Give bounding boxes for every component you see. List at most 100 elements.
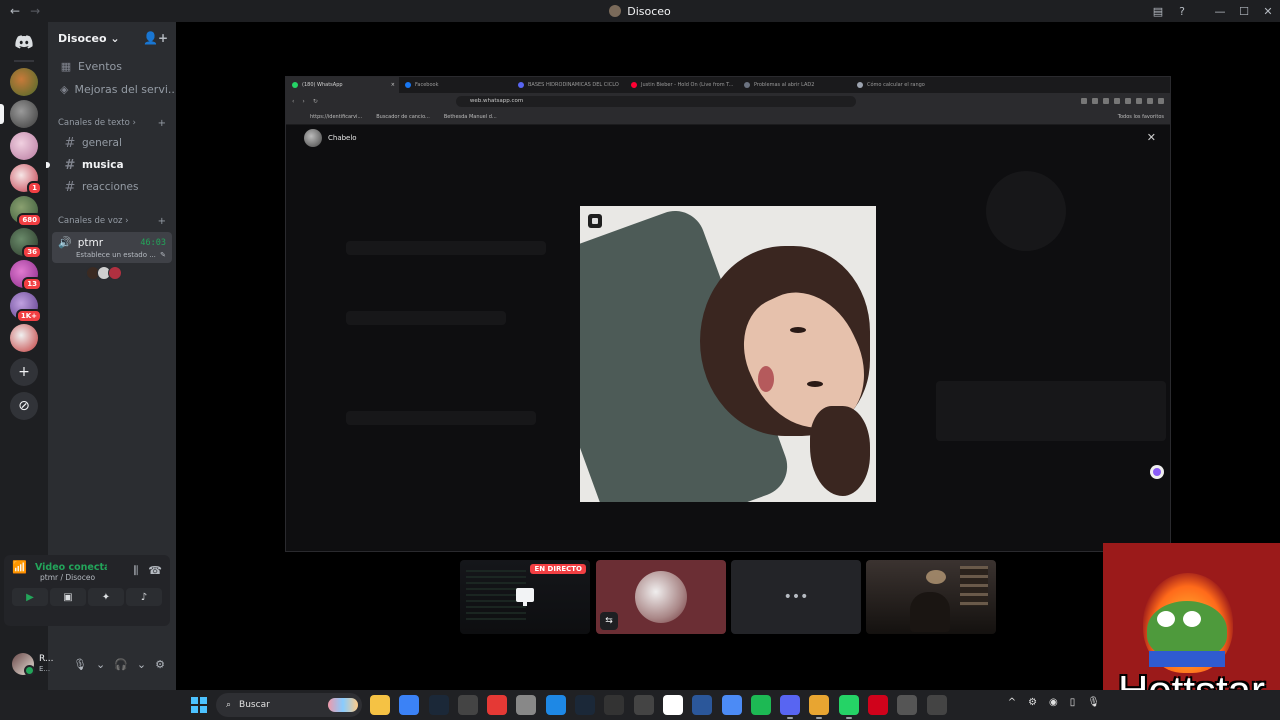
browser-tab[interactable]: Facebook xyxy=(399,77,512,93)
extension-icon[interactable] xyxy=(1081,98,1087,104)
back-arrow-icon[interactable]: ← xyxy=(10,4,20,18)
server-header[interactable]: Disoceo ⌄ 👤+ xyxy=(48,22,176,54)
extension-icon[interactable] xyxy=(1103,98,1109,104)
reload-icon[interactable]: ↻ xyxy=(313,98,318,105)
app-red-icon[interactable] xyxy=(897,695,918,715)
microphone-icon[interactable]: 🎙 xyxy=(73,658,87,671)
minimize-button[interactable]: — xyxy=(1208,5,1232,18)
server-icon-1[interactable] xyxy=(10,68,38,96)
browser-tab[interactable]: Cómo calcular el rango xyxy=(851,77,964,93)
word-icon[interactable] xyxy=(692,695,713,715)
store-icon[interactable] xyxy=(399,695,420,715)
contact-name[interactable]: Chabelo xyxy=(328,134,357,142)
gear-icon[interactable]: ⚙ xyxy=(155,658,165,671)
steam-icon[interactable] xyxy=(575,695,596,715)
browser-tab[interactable]: Justin Bieber - Hold On (Live from T... xyxy=(625,77,738,93)
bookmark[interactable]: Bethesda Manuel d... xyxy=(444,114,497,120)
calendar-icon[interactable] xyxy=(633,695,654,715)
discord-icon[interactable] xyxy=(780,695,801,719)
photo-editor-icon[interactable] xyxy=(457,695,478,715)
channel-general[interactable]: # general xyxy=(52,132,172,154)
server-icon-3[interactable] xyxy=(10,132,38,160)
add-server-icon[interactable]: + xyxy=(10,358,38,386)
nvidia-icon[interactable] xyxy=(604,695,625,715)
voice-status-text[interactable]: Establece un estado ... xyxy=(76,251,156,259)
maximize-button[interactable]: ☐ xyxy=(1232,5,1256,18)
pencil-icon[interactable]: ✎ xyxy=(160,251,166,259)
disconnect-icon[interactable]: ☎ xyxy=(148,564,162,578)
screen-share-view[interactable]: (180) WhatsApp × Facebook BASES HIDRODINA… xyxy=(285,76,1171,552)
notepad-icon[interactable] xyxy=(516,695,537,715)
spotify-icon[interactable] xyxy=(750,695,771,715)
avatar[interactable] xyxy=(12,653,35,676)
chrome-icon[interactable] xyxy=(809,695,830,719)
participant-tile-stream[interactable]: EN DIRECTO xyxy=(460,560,590,634)
app-tray-icon[interactable]: ◉ xyxy=(1049,697,1058,708)
events-item[interactable]: ▦ Eventos xyxy=(48,55,176,77)
add-voice-channel-icon[interactable]: + xyxy=(158,216,166,227)
bookmark[interactable]: https://identificarvi... xyxy=(310,114,362,120)
participant-tile-avatar[interactable]: ⇆ xyxy=(596,560,726,634)
server-icon-9[interactable] xyxy=(10,324,38,352)
close-button[interactable]: ✕ xyxy=(1256,5,1280,18)
chevron-down-icon[interactable]: ⌄ xyxy=(137,658,146,671)
discord-home-icon[interactable] xyxy=(10,28,38,56)
edge-icon[interactable] xyxy=(545,695,566,715)
browser-tab[interactable]: BASES HIDRODINAMICAS DEL CICLO xyxy=(512,77,625,93)
windows-start-icon[interactable] xyxy=(191,697,207,713)
voice-channel-ptmr[interactable]: 🔊 ptmr 46:03 Establece un estado ... ✎ xyxy=(52,232,172,263)
avatar[interactable] xyxy=(108,266,122,280)
forward-arrow-icon[interactable]: → xyxy=(30,4,40,18)
invite-people-icon[interactable]: 👤+ xyxy=(143,31,168,45)
server-icon-5[interactable]: 680 xyxy=(10,196,42,227)
usb-icon[interactable]: ▯ xyxy=(1070,697,1076,708)
add-channel-icon[interactable]: + xyxy=(158,118,166,129)
channel-reacciones[interactable]: # reacciones xyxy=(52,176,172,198)
extension-icon[interactable] xyxy=(1125,98,1131,104)
camera-button[interactable]: ▶ xyxy=(12,588,48,606)
bookmark[interactable]: Buscador de cancio... xyxy=(376,114,430,120)
steam-tray-icon[interactable] xyxy=(428,695,449,715)
server-icon-8[interactable]: 1K+ xyxy=(10,292,42,323)
extension-icon[interactable] xyxy=(1158,98,1164,104)
taskbar-search[interactable]: ⌕ Buscar xyxy=(216,693,362,717)
red-diamond-icon[interactable] xyxy=(487,695,508,715)
signal-icon[interactable]: 📶 xyxy=(12,560,27,574)
avatar[interactable] xyxy=(304,129,322,147)
channel-musica[interactable]: # musica xyxy=(46,154,172,176)
browser-tab[interactable]: Problemas al abrir LAD2 xyxy=(738,77,851,93)
text-category[interactable]: Canales de texto › + xyxy=(48,114,176,132)
steam-tray-icon[interactable]: ⚙ xyxy=(1028,697,1037,708)
server-icon-4[interactable]: 1 xyxy=(10,164,42,195)
vivaldi-icon[interactable] xyxy=(721,695,742,715)
headphones-icon[interactable]: 🎧 xyxy=(114,658,128,671)
chevron-up-icon[interactable]: ^ xyxy=(1008,697,1016,708)
close-icon[interactable]: × xyxy=(391,82,395,88)
shared-photo[interactable] xyxy=(580,206,876,502)
steam-2-icon[interactable] xyxy=(926,695,947,715)
voice-category[interactable]: Canales de voz › + xyxy=(48,212,176,230)
boosts-item[interactable]: ◈ Mejoras del servi... xyxy=(48,78,176,100)
extension-icon[interactable] xyxy=(1147,98,1153,104)
chevron-down-icon[interactable]: ⌄ xyxy=(96,658,105,671)
inbox-icon[interactable]: ▤ xyxy=(1146,5,1170,18)
noise-suppression-icon[interactable]: ⫼ xyxy=(133,564,138,578)
back-arrow-icon[interactable]: ‹ xyxy=(292,98,294,105)
help-icon[interactable]: ? xyxy=(1170,5,1194,18)
microphone-icon[interactable]: 🎙 xyxy=(1087,697,1100,708)
file-explorer-icon[interactable] xyxy=(370,695,390,715)
forward-arrow-icon[interactable]: › xyxy=(302,98,304,105)
whatsapp-icon[interactable] xyxy=(838,695,859,719)
user-name-block[interactable]: R... E... xyxy=(39,654,59,674)
connection-status[interactable]: Video conectado xyxy=(35,562,107,573)
extension-icon[interactable] xyxy=(1092,98,1098,104)
participant-tile-camera[interactable] xyxy=(866,560,996,634)
close-icon[interactable]: ✕ xyxy=(1147,131,1156,144)
all-favorites-link[interactable]: Todos los favoritos xyxy=(1118,114,1170,120)
address-bar[interactable]: web.whatsapp.com xyxy=(455,95,856,107)
browser-tab[interactable]: (180) WhatsApp × xyxy=(286,77,399,93)
more-participants-tile[interactable]: ••• xyxy=(731,560,861,634)
notion-icon[interactable] xyxy=(662,695,683,715)
soundboard-button[interactable]: ♪ xyxy=(126,588,162,606)
screen-share-button[interactable]: ▣ xyxy=(50,588,86,606)
